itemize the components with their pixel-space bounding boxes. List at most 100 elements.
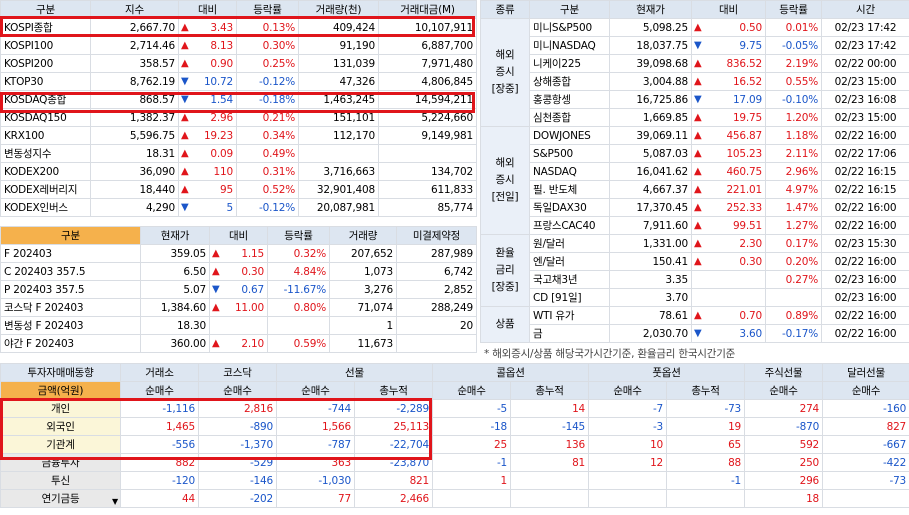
index-row[interactable]: KTOP30 8,762.19 10.72 -0.12% 47,326 4,806,845 — [0, 72, 477, 91]
futures-name[interactable]: P 202403 357.5 — [0, 280, 141, 299]
global-row[interactable]: 필. 반도체 4,667.37 221.01 4.97% 02/22 16:15 — [481, 180, 909, 199]
futures-oi: 20 — [396, 316, 477, 335]
global-row[interactable]: 상품 WTI 유가 78.61 0.70 0.89% 02/22 16:00 — [480, 306, 909, 343]
global-name[interactable]: WTI 유가 — [529, 306, 610, 325]
futures-name[interactable]: 코스닥 F 202403 — [0, 298, 141, 317]
investor-value: 2,466 — [353, 489, 434, 508]
index-name[interactable]: KOSPI200 — [0, 54, 91, 73]
index-row[interactable]: KOSPI200 358.57 0.90 0.25% 131,039 7,971,480 — [0, 54, 477, 73]
futures-row[interactable]: P 202403 357.5 5.07 0.67 -11.67% 3,276 2,852 — [0, 280, 477, 299]
global-name[interactable]: 홍콩항셍 — [529, 90, 610, 109]
change-cell: 1.15 — [209, 244, 268, 263]
index-name[interactable]: KRX100 — [0, 126, 91, 145]
index-name[interactable]: KODEX인버스 — [0, 198, 91, 217]
index-row[interactable]: KRX100 5,596.75 19.23 0.34% 112,170 9,149,981 — [0, 126, 477, 145]
global-group-label: 상품 — [480, 306, 530, 343]
global-name[interactable]: 엔/달러 — [529, 252, 610, 271]
global-row[interactable]: NASDAQ 16,041.62 460.75 2.96% 02/22 16:15 — [481, 162, 909, 181]
global-row[interactable]: 홍콩항셍 16,725.86 17.09 -0.10% 02/23 16:08 — [481, 90, 909, 109]
investor-name[interactable]: 외국인 — [0, 417, 121, 436]
global-row[interactable]: 해외 증시 [전일] DOWJONES 39,069.11 456.87 1.18% 02… — [480, 126, 909, 235]
global-price: 3.70 — [609, 288, 692, 307]
index-name[interactable]: KOSDAQ종합 — [0, 90, 91, 109]
global-row[interactable]: 상해종합 3,004.88 16.52 0.55% 02/23 15:00 — [481, 72, 909, 91]
global-row[interactable]: 독일DAX30 17,370.45 252.33 1.47% 02/22 16:00 — [481, 198, 909, 217]
global-name[interactable]: 필. 반도체 — [529, 180, 610, 199]
global-name[interactable]: 원/달러 — [529, 234, 610, 253]
global-name[interactable]: 프랑스CAC40 — [529, 216, 610, 235]
investor-row[interactable]: 개인 -1,116 2,816 -744 -2,289 -5 14 -7 -73 274 -160 — [0, 399, 909, 418]
global-row[interactable]: CD [91일] 3.70 02/23 16:00 — [481, 288, 909, 307]
index-name[interactable]: KODEX레버리지 — [0, 180, 91, 199]
investor-subheader: 순매수 — [276, 381, 355, 400]
global-row[interactable]: 국고채3년 3.35 0.27% 02/23 16:00 — [481, 270, 909, 289]
index-name[interactable]: KTOP30 — [0, 72, 91, 91]
change-cell — [209, 316, 268, 335]
investor-row[interactable]: 기관계 -556 -1,370 -787 -22,704 25 136 10 65 592 -667 — [0, 435, 909, 454]
index-name[interactable]: KOSDAQ150 — [0, 108, 91, 127]
global-name[interactable]: 상해종합 — [529, 72, 610, 91]
chevron-down-icon[interactable]: ▼ — [112, 494, 118, 507]
futures-row[interactable]: 야간 F 202403 360.00 2.10 0.59% 11,673 — [0, 334, 477, 353]
futures-name[interactable]: 야간 F 202403 — [0, 334, 141, 353]
investor-name[interactable]: 개인 — [0, 399, 121, 418]
global-name[interactable]: CD [91일] — [529, 288, 610, 307]
global-row[interactable]: 엔/달러 150.41 0.30 0.20% 02/22 16:00 — [481, 252, 909, 271]
global-name[interactable]: 미니S&P500 — [529, 18, 610, 37]
global-row[interactable]: S&P500 5,087.03 105.23 2.11% 02/22 17:06 — [481, 144, 909, 163]
investor-name[interactable]: 기관계 — [0, 435, 121, 454]
index-row[interactable]: KOSPI100 2,714.46 8.13 0.30% 91,190 6,887,700 — [0, 36, 477, 55]
global-row[interactable]: 니케이225 39,098.68 836.52 2.19% 02/22 00:00 — [481, 54, 909, 73]
index-name[interactable]: KOSPI100 — [0, 36, 91, 55]
investor-row[interactable]: 금융투자 882 -529 363 -23,870 -1 81 12 88 250 -422 — [0, 453, 909, 472]
index-name[interactable]: 변동성지수 — [0, 144, 91, 163]
futures-name[interactable]: C 202403 357.5 — [0, 262, 141, 281]
change-cell: 9.75 — [691, 36, 766, 55]
global-row[interactable]: 금 2,030.70 3.60 -0.17% 02/22 16:00 — [481, 324, 909, 343]
index-row[interactable]: KODEX레버리지 18,440 95 0.52% 32,901,408 611,833 — [0, 180, 477, 199]
global-name[interactable]: 니케이225 — [529, 54, 610, 73]
futures-oi: 288,249 — [396, 298, 477, 317]
investor-name[interactable]: 연기금등 ▼ — [0, 489, 121, 508]
global-row[interactable]: 해외 증시 [장중] 미니S&P500 5,098.25 0.50 0.01% 02/23… — [480, 18, 909, 127]
futures-row[interactable]: 코스닥 F 202403 1,384.60 11.00 0.80% 71,074 288,… — [0, 298, 477, 317]
index-row[interactable]: KODEX200 36,090 110 0.31% 3,716,663 134,702 — [0, 162, 477, 181]
index-row[interactable]: KOSPI종합 2,667.70 3.43 0.13% 409,424 10,107,91… — [0, 18, 477, 37]
global-name[interactable]: 심천종합 — [529, 108, 610, 127]
investor-value: -667 — [822, 435, 909, 454]
index-name[interactable]: KODEX200 — [0, 162, 91, 181]
futures-rate: 0.32% — [267, 244, 330, 263]
futures-name[interactable]: F 202403 — [0, 244, 141, 263]
investor-row[interactable]: 연기금등 ▼ 44 -202 77 2,466 18 — [0, 489, 909, 508]
global-row[interactable]: 미니NASDAQ 18,037.75 9.75 -0.05% 02/23 17:42 — [481, 36, 909, 55]
global-name[interactable]: 독일DAX30 — [529, 198, 610, 217]
futures-name[interactable]: 변동성 F 202403 — [0, 316, 141, 335]
index-row[interactable]: 변동성지수 18.31 0.09 0.49% — [0, 144, 477, 163]
investor-row[interactable]: 외국인 1,465 -890 1,566 25,113 -18 -145 -3 19 -870 82… — [0, 417, 909, 436]
global-row[interactable]: 환율 금리 [장중] 원/달러 1,331.00 2.30 0.17% 02/23 15:… — [480, 234, 909, 307]
investor-name[interactable]: 투신 — [0, 471, 121, 490]
index-amount: 134,702 — [378, 162, 477, 181]
futures-row[interactable]: F 202403 359.05 1.15 0.32% 207,652 287,989 — [0, 244, 477, 263]
change-value: 0.30 — [241, 265, 264, 278]
index-row[interactable]: KOSDAQ종합 868.57 1.54 -0.18% 1,463,245 14,594,… — [0, 90, 477, 109]
global-name[interactable]: NASDAQ — [529, 162, 610, 181]
global-name[interactable]: S&P500 — [529, 144, 610, 163]
change-cell: 1.54 — [178, 90, 237, 109]
index-name[interactable]: KOSPI종합 — [0, 18, 91, 37]
index-row[interactable]: KODEX인버스 4,290 5 -0.12% 20,087,981 85,774 — [0, 198, 477, 217]
investor-name[interactable]: 금융투자 — [0, 453, 121, 472]
investor-row[interactable]: 투신 -120 -146 -1,030 821 1 -1 296 -73 — [0, 471, 909, 490]
global-name[interactable]: DOWJONES — [529, 126, 610, 145]
global-name[interactable]: 미니NASDAQ — [529, 36, 610, 55]
global-row[interactable]: 심천종합 1,669.85 19.75 1.20% 02/23 15:00 — [481, 108, 909, 127]
global-name[interactable]: 국고채3년 — [529, 270, 610, 289]
futures-row[interactable]: C 202403 357.5 6.50 0.30 4.84% 1,073 6,742 — [0, 262, 477, 281]
global-name[interactable]: 금 — [529, 324, 610, 343]
investor-value: -23,870 — [353, 453, 434, 472]
group-label-text: 상품 — [495, 318, 515, 330]
global-row[interactable]: 프랑스CAC40 7,911.60 99.51 1.27% 02/22 16:00 — [481, 216, 909, 235]
futures-row[interactable]: 변동성 F 202403 18.30 1 20 — [0, 316, 477, 335]
index-row[interactable]: KOSDAQ150 1,382.37 2.96 0.21% 151,101 5,224,6… — [0, 108, 477, 127]
change-cell: 2.96 — [178, 108, 237, 127]
